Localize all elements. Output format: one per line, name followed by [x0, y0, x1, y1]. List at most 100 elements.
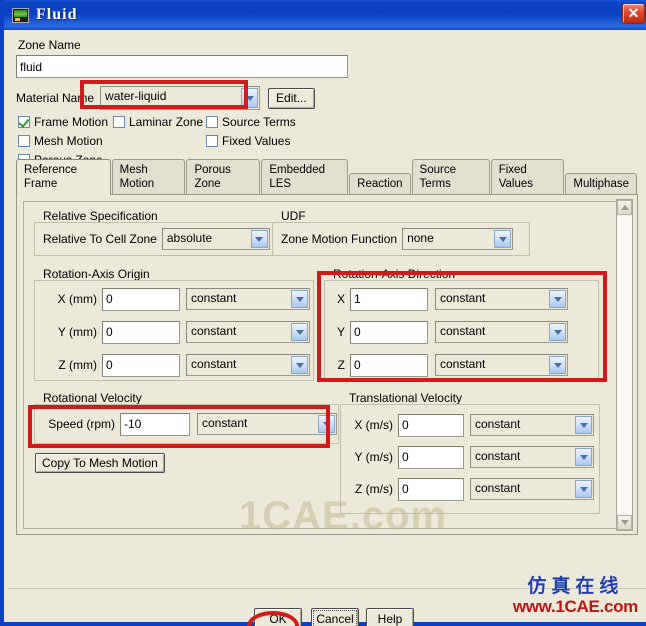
copy-to-mesh-motion-button[interactable]: Copy To Mesh Motion [35, 453, 165, 473]
tab-multiphase[interactable]: Multiphase [565, 173, 637, 194]
chevron-down-icon[interactable] [291, 290, 308, 308]
speed-mode-value: constant [202, 416, 248, 430]
checkbox-source-terms[interactable]: Source Terms [206, 115, 296, 129]
trans-x-row: X (m/s) constant [349, 413, 594, 437]
trans-x-label: X (m/s) [354, 418, 393, 432]
direction-z-mode-select[interactable]: constant [435, 354, 568, 376]
scroll-down-icon[interactable] [617, 515, 632, 530]
group-title: UDF [278, 209, 309, 223]
origin-x-input[interactable] [102, 287, 180, 311]
direction-z-row: Z constant [333, 353, 568, 377]
tab-reaction[interactable]: Reaction [349, 173, 411, 194]
chevron-down-icon[interactable] [575, 448, 592, 466]
trans-y-input[interactable] [398, 445, 464, 469]
direction-y-mode-value: constant [440, 324, 486, 338]
help-button[interactable]: Help [366, 608, 414, 626]
direction-x-mode-select[interactable]: constant [435, 288, 568, 310]
tab-reference-frame[interactable]: Reference Frame [16, 159, 111, 195]
trans-y-label: Y (m/s) [354, 450, 393, 464]
dialog-button-bar: OK Cancel Help [8, 588, 646, 626]
relative-to-cell-zone-select[interactable]: absolute [161, 228, 270, 250]
checkbox-label: Laminar Zone [129, 115, 204, 129]
tab-embedded-les[interactable]: Embedded LES [261, 159, 349, 194]
origin-z-input[interactable] [102, 353, 180, 377]
window-title: Fluid [36, 6, 78, 23]
speed-mode-select[interactable]: constant [197, 413, 337, 435]
direction-y-input[interactable] [350, 320, 428, 344]
application-icon [12, 7, 29, 23]
relative-to-cell-zone-row: Relative To Cell Zone absolute [43, 227, 270, 251]
trans-y-mode-select[interactable]: constant [470, 446, 594, 468]
trans-x-mode-select[interactable]: constant [470, 414, 594, 436]
relative-to-cell-zone-value: absolute [166, 231, 213, 245]
tab-mesh-motion[interactable]: Mesh Motion [111, 159, 186, 194]
checkbox-mesh-motion[interactable]: Mesh Motion [18, 134, 103, 148]
material-name-label: Material Name [16, 91, 95, 105]
chevron-down-icon[interactable] [575, 480, 592, 498]
group-title: Relative Specification [40, 209, 161, 223]
origin-z-label: Z (mm) [58, 358, 97, 372]
direction-z-mode-value: constant [440, 357, 486, 371]
zone-name-input[interactable] [16, 55, 348, 78]
material-name-select[interactable]: water-liquid [100, 86, 261, 110]
origin-y-mode-value: constant [191, 324, 237, 338]
origin-x-mode-select[interactable]: constant [186, 288, 310, 310]
panel-vertical-scrollbar[interactable] [616, 199, 633, 531]
direction-z-label: Z [337, 358, 345, 372]
rotation-axis-direction-group: Rotation-Axis Direction X constant [324, 267, 599, 381]
chevron-down-icon[interactable] [549, 356, 566, 374]
origin-y-input[interactable] [102, 320, 180, 344]
chevron-down-icon[interactable] [494, 230, 512, 248]
checkbox-fixed-values[interactable]: Fixed Values [206, 134, 290, 148]
chevron-down-icon[interactable] [291, 356, 308, 374]
tab-fixed-values[interactable]: Fixed Values [490, 159, 565, 194]
dialog-body: Zone Name Material Name water-liquid Edi… [8, 30, 646, 622]
checkbox-frame-motion[interactable]: Frame Motion [18, 115, 108, 129]
close-icon[interactable]: ✕ [622, 3, 645, 24]
group-title: Rotational Velocity [40, 391, 145, 405]
checkbox-box-icon [206, 135, 218, 147]
zone-motion-function-select[interactable]: none [402, 228, 514, 250]
edit-material-button[interactable]: Edit... [268, 87, 315, 109]
trans-y-mode-value: constant [475, 449, 521, 463]
checkbox-label: Mesh Motion [34, 134, 103, 148]
trans-z-label: Z (m/s) [355, 482, 393, 496]
ok-button[interactable]: OK [254, 608, 302, 626]
origin-y-mode-select[interactable]: constant [186, 321, 310, 343]
direction-x-row: X constant [333, 287, 568, 311]
chevron-down-icon[interactable] [241, 88, 259, 108]
trans-z-input[interactable] [398, 477, 464, 501]
trans-y-row: Y (m/s) constant [349, 445, 594, 469]
chevron-down-icon[interactable] [318, 415, 335, 433]
trans-z-mode-select[interactable]: constant [470, 478, 594, 500]
chevron-down-icon[interactable] [291, 323, 308, 341]
material-name-row: Material Name water-liquid Edit... [16, 86, 638, 110]
relative-to-cell-zone-label: Relative To Cell Zone [43, 232, 157, 246]
group-frame: X (mm) constant Y (mm) [34, 280, 314, 381]
scroll-up-icon[interactable] [617, 200, 632, 215]
chevron-down-icon[interactable] [549, 323, 566, 341]
speed-input[interactable] [120, 412, 190, 436]
origin-z-mode-select[interactable]: constant [186, 354, 310, 376]
relative-specification-group: Relative Specification Relative To Cell … [34, 209, 312, 256]
cancel-button[interactable]: Cancel [311, 608, 359, 626]
group-title: Rotation-Axis Direction [330, 267, 459, 281]
tab-bar: Reference Frame Mesh Motion Porous Zone … [16, 159, 638, 195]
chevron-down-icon[interactable] [250, 230, 268, 248]
trans-z-row: Z (m/s) constant [349, 477, 594, 501]
zone-motion-function-row: Zone Motion Function none [281, 227, 514, 251]
checkbox-laminar-zone[interactable]: Laminar Zone [113, 115, 203, 129]
scrollbar-track[interactable] [617, 216, 632, 514]
tab-porous-zone[interactable]: Porous Zone [186, 159, 261, 194]
chevron-down-icon[interactable] [575, 416, 592, 434]
checkbox-box-icon [113, 116, 125, 128]
translational-velocity-group: Translational Velocity X (m/s) constant [340, 391, 600, 514]
tab-source-terms[interactable]: Source Terms [411, 159, 490, 194]
direction-x-input[interactable] [350, 287, 428, 311]
chevron-down-icon[interactable] [549, 290, 566, 308]
trans-x-input[interactable] [398, 413, 464, 437]
panel-content: 1CAE.com Relative Specification Relative… [23, 201, 621, 538]
fluid-dialog-window: Fluid ✕ Zone Name Material Name water-li… [0, 0, 646, 626]
direction-z-input[interactable] [350, 353, 428, 377]
direction-y-mode-select[interactable]: constant [435, 321, 568, 343]
